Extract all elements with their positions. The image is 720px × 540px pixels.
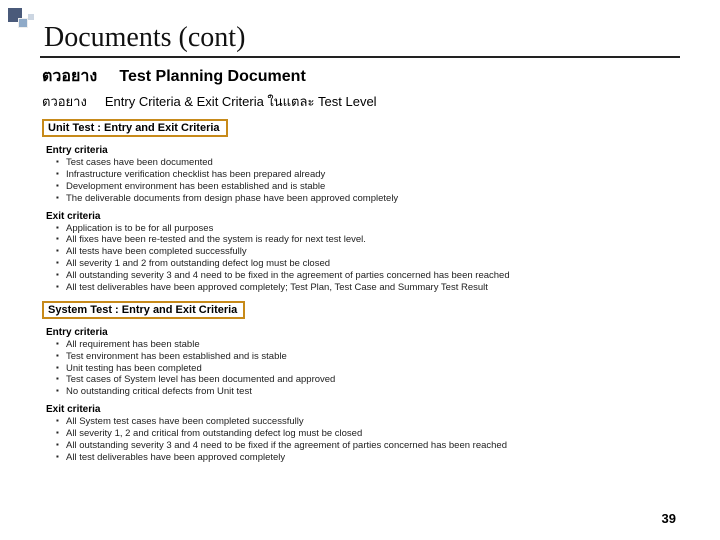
example-line-2: ตวอยาง Entry Criteria & Exit Criteria ใน… <box>40 91 680 112</box>
corner-decoration <box>8 8 36 36</box>
list-item: All System test cases have been complete… <box>56 416 680 428</box>
example-line-1: ตวอยาง Test Planning Document <box>40 64 680 89</box>
system-test-header-box: System Test : Entry and Exit Criteria <box>42 301 245 319</box>
unit-exit-list: Application is to be for all purposes Al… <box>46 223 680 294</box>
page-title: Documents (cont) <box>40 22 680 58</box>
list-item: Test cases have been documented <box>56 157 680 169</box>
system-exit-list: All System test cases have been complete… <box>46 416 680 464</box>
list-item: Application is to be for all purposes <box>56 223 680 235</box>
list-item: Test environment has been established an… <box>56 351 680 363</box>
list-item: All tests have been completed successful… <box>56 246 680 258</box>
system-exit-title: Exit criteria <box>46 404 680 415</box>
unit-exit-title: Exit criteria <box>46 211 680 222</box>
list-item: All test deliverables have been approved… <box>56 452 680 464</box>
list-item: All severity 1 and 2 from outstanding de… <box>56 258 680 270</box>
slide-content: Documents (cont) ตวอยาง Test Planning Do… <box>0 0 720 480</box>
list-item: Unit testing has been completed <box>56 363 680 375</box>
list-item: Development environment has been establi… <box>56 181 680 193</box>
system-entry-title: Entry criteria <box>46 327 680 338</box>
example-label-1: ตวอยาง <box>42 68 97 85</box>
list-item: All test deliverables have been approved… <box>56 282 680 294</box>
unit-entry-section: Entry criteria Test cases have been docu… <box>46 145 680 205</box>
example-label-2: ตวอยาง <box>42 94 87 109</box>
unit-entry-list: Test cases have been documented Infrastr… <box>46 157 680 205</box>
unit-entry-title: Entry criteria <box>46 145 680 156</box>
system-entry-section: Entry criteria All requirement has been … <box>46 327 680 398</box>
list-item: All outstanding severity 3 and 4 need to… <box>56 270 680 282</box>
page-number: 39 <box>662 511 676 526</box>
example-text-1: Test Planning Document <box>119 68 305 85</box>
list-item: No outstanding critical defects from Uni… <box>56 386 680 398</box>
list-item: All requirement has been stable <box>56 339 680 351</box>
list-item: All outstanding severity 3 and 4 need to… <box>56 440 680 452</box>
list-item: Infrastructure verification checklist ha… <box>56 169 680 181</box>
list-item: All severity 1, 2 and critical from outs… <box>56 428 680 440</box>
system-entry-list: All requirement has been stable Test env… <box>46 339 680 398</box>
example-text-2: Entry Criteria & Exit Criteria ในแตละ Te… <box>105 94 377 109</box>
list-item: Test cases of System level has been docu… <box>56 374 680 386</box>
unit-exit-section: Exit criteria Application is to be for a… <box>46 211 680 294</box>
list-item: The deliverable documents from design ph… <box>56 193 680 205</box>
list-item: All fixes have been re-tested and the sy… <box>56 234 680 246</box>
system-exit-section: Exit criteria All System test cases have… <box>46 404 680 464</box>
unit-test-header-box: Unit Test : Entry and Exit Criteria <box>42 119 228 137</box>
